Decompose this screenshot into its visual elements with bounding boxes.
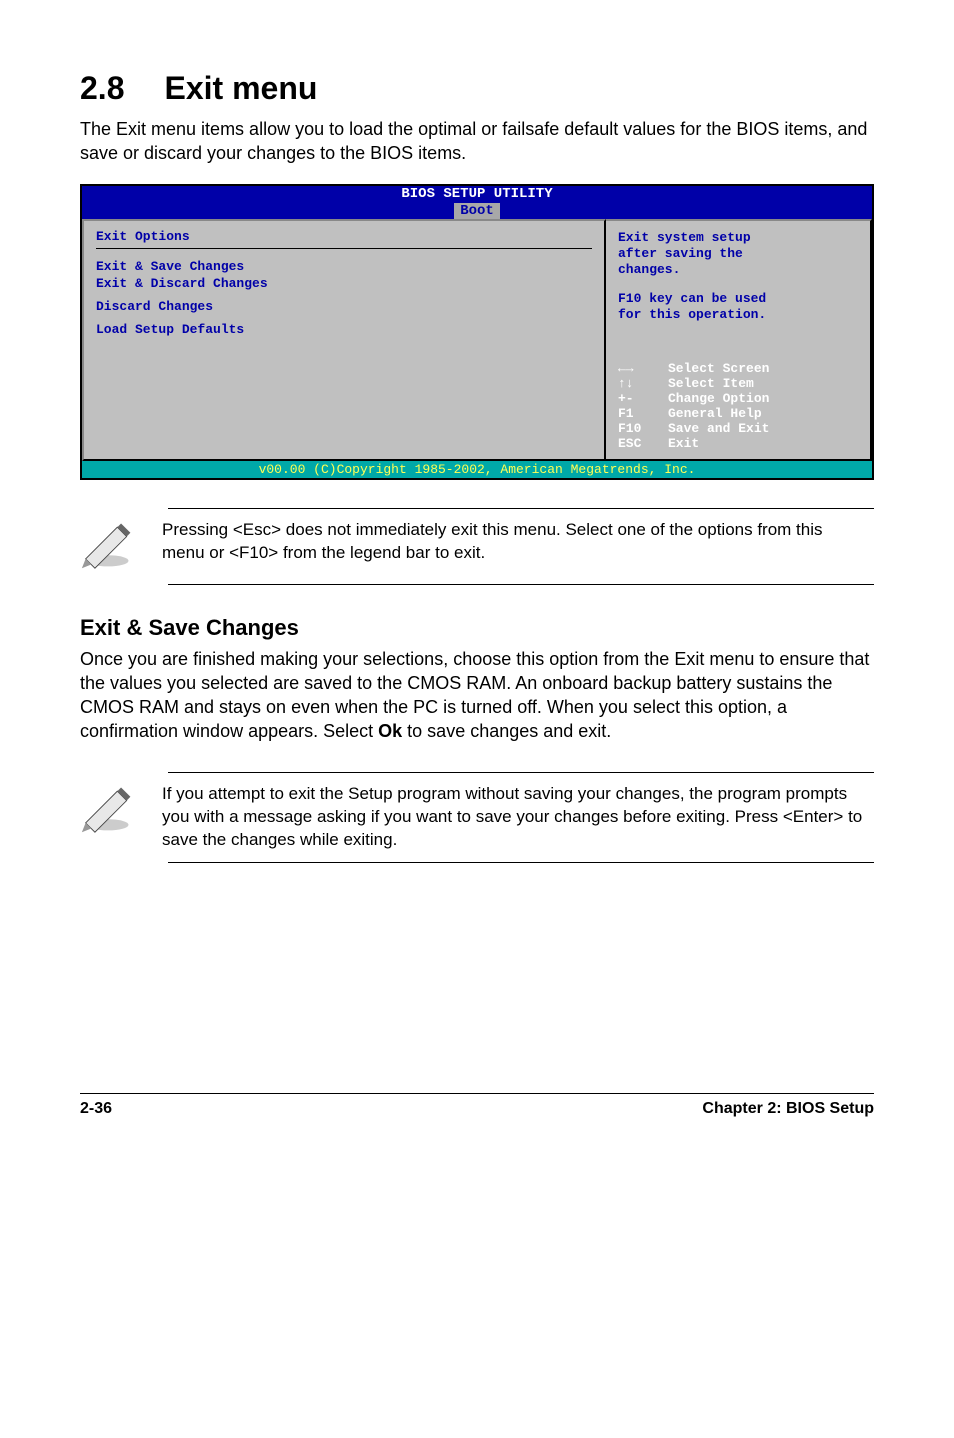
- bios-right-panel: Exit system setup after saving the chang…: [606, 219, 872, 461]
- bios-menu-item: Load Setup Defaults: [96, 322, 592, 337]
- legend-key: F1: [618, 406, 668, 421]
- legend-label: Select Item: [668, 376, 754, 391]
- legend-key: ESC: [618, 436, 668, 451]
- bios-screenshot: BIOS SETUP UTILITY Boot Exit Options Exi…: [80, 184, 874, 480]
- bios-active-tab: Boot: [454, 203, 500, 219]
- page-footer: 2-36 Chapter 2: BIOS Setup: [80, 1093, 874, 1118]
- bold-term: Ok: [378, 721, 402, 741]
- bios-left-panel: Exit Options Exit & Save Changes Exit & …: [82, 219, 606, 461]
- subsection-body: Once you are finished making your select…: [80, 647, 874, 744]
- note-text: Pressing <Esc> does not immediately exit…: [162, 519, 864, 565]
- intro-paragraph: The Exit menu items allow you to load th…: [80, 117, 874, 166]
- bios-help-line: F10 key can be used: [618, 291, 858, 306]
- bios-title-text: BIOS SETUP UTILITY: [401, 186, 552, 202]
- note-box: If you attempt to exit the Setup program…: [80, 772, 874, 863]
- bios-help-line: changes.: [618, 262, 858, 277]
- legend-key: ↑↓: [618, 376, 668, 391]
- section-title: Exit menu: [164, 70, 317, 107]
- note-text: If you attempt to exit the Setup program…: [162, 783, 864, 852]
- legend-label: Select Screen: [668, 361, 769, 376]
- legend-key: ←→: [618, 361, 668, 376]
- bios-menu-item: Exit & Save Changes: [96, 259, 592, 274]
- legend-label: General Help: [668, 406, 762, 421]
- bios-help-line: after saving the: [618, 246, 858, 261]
- bios-copyright: v00.00 (C)Copyright 1985-2002, American …: [82, 461, 872, 478]
- chapter-label: Chapter 2: BIOS Setup: [702, 1100, 874, 1118]
- legend-label: Save and Exit: [668, 421, 769, 436]
- section-number: 2.8: [80, 70, 124, 107]
- bios-help-line: for this operation.: [618, 307, 858, 322]
- legend-key: +-: [618, 391, 668, 406]
- bios-menu-item: Discard Changes: [96, 299, 592, 314]
- legend-label: Change Option: [668, 391, 769, 406]
- pencil-note-icon: [80, 519, 140, 574]
- bios-panel-heading: Exit Options: [96, 229, 592, 244]
- note-box: Pressing <Esc> does not immediately exit…: [80, 508, 874, 585]
- subsection-heading: Exit & Save Changes: [80, 615, 874, 641]
- page-number: 2-36: [80, 1100, 112, 1118]
- bios-menu-item: Exit & Discard Changes: [96, 276, 592, 291]
- bios-help-text: Exit system setup after saving the chang…: [618, 229, 858, 323]
- legend-key: F10: [618, 421, 668, 436]
- bios-help-line: Exit system setup: [618, 230, 858, 245]
- legend-label: Exit: [668, 436, 699, 451]
- page-heading: 2.8 Exit menu: [80, 70, 874, 107]
- bios-title-bar: BIOS SETUP UTILITY Boot: [82, 186, 872, 219]
- pencil-note-icon: [80, 783, 140, 838]
- body-text-span: to save changes and exit.: [402, 721, 611, 741]
- bios-legend: ←→Select Screen ↑↓Select Item +-Change O…: [618, 361, 858, 451]
- note-text-span: If you attempt to exit the Setup program…: [162, 784, 847, 826]
- note-key-name: <Enter>: [783, 807, 844, 826]
